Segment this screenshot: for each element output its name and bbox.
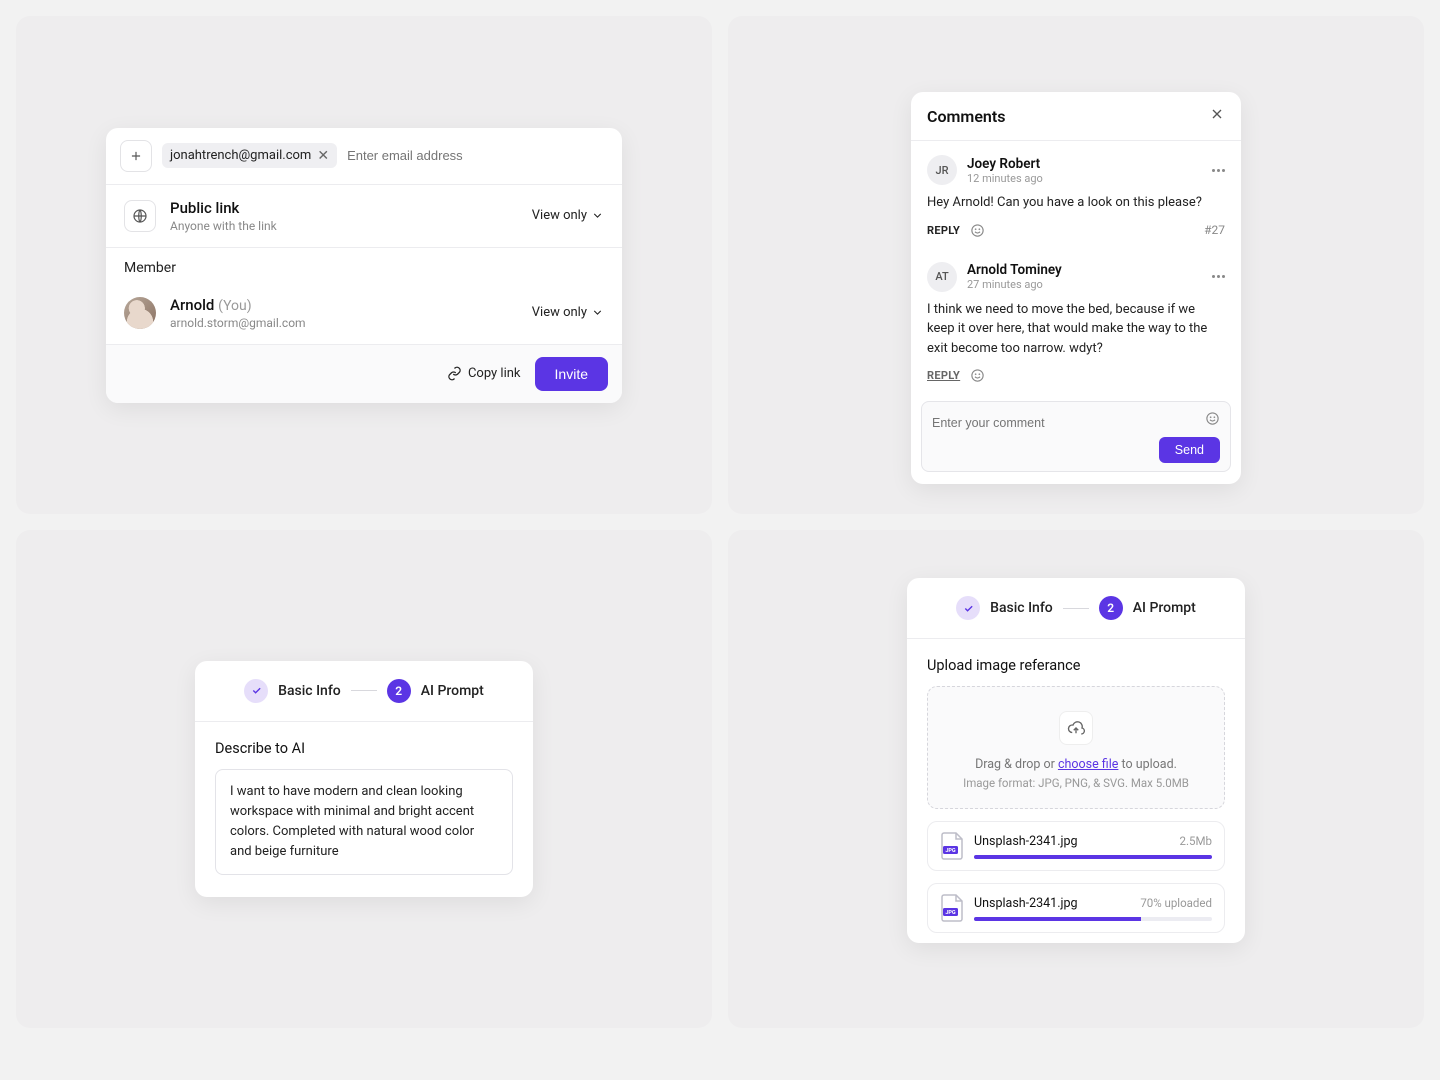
comment-number: #27 <box>1204 223 1225 237</box>
emoji-button[interactable] <box>970 368 985 383</box>
close-button[interactable] <box>1209 106 1225 126</box>
step-label: Basic Info <box>990 600 1053 616</box>
describe-title: Describe to AI <box>215 740 513 757</box>
dropzone-subtext: Image format: JPG, PNG, & SVG. Max 5.0MB <box>944 776 1208 790</box>
comment-input-box: Send <box>921 401 1231 472</box>
step-done-icon <box>244 679 268 703</box>
member-you-tag: (You) <box>218 298 251 314</box>
remove-chip-icon[interactable]: ✕ <box>317 149 329 163</box>
email-input[interactable] <box>347 148 608 163</box>
choose-file-link[interactable]: choose file <box>1058 757 1118 772</box>
reply-button[interactable]: REPLY <box>927 369 960 382</box>
member-email: arnold.storm@gmail.com <box>170 316 532 330</box>
progress-bar <box>974 917 1212 921</box>
comments-title: Comments <box>927 107 1005 126</box>
comment-input[interactable] <box>932 416 1220 430</box>
file-name: Unsplash-2341.jpg <box>974 896 1078 911</box>
file-progress-text: 70% uploaded <box>1140 896 1212 910</box>
public-link-title: Public link <box>170 199 532 217</box>
emoji-button[interactable] <box>970 223 985 238</box>
comment-more-button[interactable] <box>1212 169 1225 172</box>
cloud-upload-icon <box>1059 711 1093 745</box>
send-button[interactable]: Send <box>1159 437 1220 463</box>
public-link-permission-dropdown[interactable]: View only <box>532 208 604 223</box>
upload-card: Basic Info 2 AI Prompt Upload image refe… <box>907 578 1245 943</box>
file-row: JPG Unsplash-2341.jpg 2.5Mb <box>927 821 1225 871</box>
globe-icon <box>124 200 156 232</box>
chevron-down-icon <box>591 306 604 319</box>
dropzone-text: Drag & drop or choose file to upload. <box>944 757 1208 772</box>
comment-time: 27 minutes ago <box>967 278 1062 291</box>
check-icon <box>251 685 262 696</box>
svg-text:JPG: JPG <box>945 848 956 854</box>
comment-item: JR Joey Robert 12 minutes ago Hey Arnold… <box>911 141 1241 248</box>
member-permission-dropdown[interactable]: View only <box>532 305 604 320</box>
copy-link-button[interactable]: Copy link <box>447 366 521 381</box>
check-icon <box>963 603 974 614</box>
invite-button[interactable]: Invite <box>535 357 608 391</box>
file-row: JPG Unsplash-2341.jpg 70% uploaded <box>927 883 1225 933</box>
step-current-badge: 2 <box>1099 596 1123 620</box>
progress-bar <box>974 855 1212 859</box>
member-name: Arnold <box>170 296 214 314</box>
file-jpg-icon: JPG <box>940 832 964 860</box>
member-heading: Member <box>106 247 622 282</box>
comment-body: Hey Arnold! Can you have a look on this … <box>927 193 1225 213</box>
step-separator <box>351 690 377 691</box>
step-label: AI Prompt <box>421 683 484 699</box>
dropzone[interactable]: Drag & drop or choose file to upload. Im… <box>927 686 1225 809</box>
member-avatar <box>124 297 156 329</box>
comments-card: Comments JR Joey Robert 12 minutes ago H… <box>911 92 1241 484</box>
step-current-badge: 2 <box>387 679 411 703</box>
smile-icon <box>970 368 985 383</box>
comment-author: Arnold Tominey <box>967 262 1062 278</box>
upload-title: Upload image referance <box>927 657 1225 674</box>
svg-text:JPG: JPG <box>945 910 956 916</box>
comment-avatar: AT <box>927 262 957 292</box>
file-size: 2.5Mb <box>1180 834 1212 848</box>
email-chip-text: jonahtrench@gmail.com <box>170 148 311 163</box>
describe-card: Basic Info 2 AI Prompt Describe to AI I … <box>195 661 533 898</box>
step-label: AI Prompt <box>1133 600 1196 616</box>
emoji-button[interactable] <box>1205 411 1220 430</box>
step-done-icon <box>956 596 980 620</box>
public-link-sub: Anyone with the link <box>170 219 532 233</box>
comment-time: 12 minutes ago <box>967 172 1043 185</box>
smile-icon <box>1205 411 1220 426</box>
plus-icon <box>129 149 143 163</box>
comment-more-button[interactable] <box>1212 275 1225 278</box>
file-name: Unsplash-2341.jpg <box>974 834 1078 849</box>
file-jpg-icon: JPG <box>940 894 964 922</box>
chevron-down-icon <box>591 209 604 222</box>
step-label: Basic Info <box>278 683 341 699</box>
close-icon <box>1209 106 1225 122</box>
link-icon <box>447 366 462 381</box>
comment-body: I think we need to move the bed, because… <box>927 300 1225 359</box>
comment-item: AT Arnold Tominey 27 minutes ago I think… <box>911 248 1241 394</box>
comment-avatar: JR <box>927 155 957 185</box>
comment-author: Joey Robert <box>967 156 1043 172</box>
share-card: jonahtrench@gmail.com ✕ Public link Anyo… <box>106 128 622 403</box>
reply-button[interactable]: REPLY <box>927 224 960 237</box>
step-separator <box>1063 608 1089 609</box>
add-email-button[interactable] <box>120 140 152 172</box>
describe-textarea[interactable]: I want to have modern and clean looking … <box>215 769 513 876</box>
smile-icon <box>970 223 985 238</box>
email-chip: jonahtrench@gmail.com ✕ <box>162 143 337 168</box>
